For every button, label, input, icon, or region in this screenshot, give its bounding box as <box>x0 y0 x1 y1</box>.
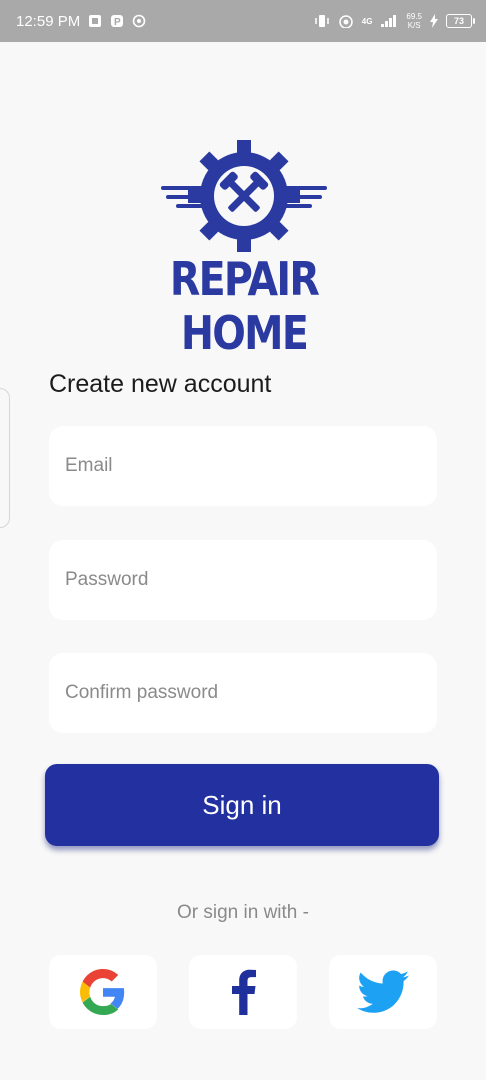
net-speed-unit: K/S <box>407 21 421 30</box>
hotspot-icon <box>132 14 146 28</box>
twitter-signin-button[interactable] <box>329 955 437 1029</box>
email-field[interactable] <box>49 426 437 506</box>
vibrate-icon <box>314 14 330 28</box>
social-signin-label: Or sign in with - <box>177 902 309 923</box>
svg-text:P: P <box>114 17 121 28</box>
twitter-icon <box>357 970 409 1013</box>
gear-wrench-logo-icon <box>161 140 327 252</box>
signup-screen: 12:59 PM P 4G 69.5 K/S 73 REPAIR HOME Cr… <box>0 0 486 1080</box>
net-speed-value: 69.5 <box>406 12 422 21</box>
sign-in-button[interactable]: Sign in <box>45 764 439 846</box>
google-signin-button[interactable] <box>49 955 157 1029</box>
net-speed: 69.5 K/S <box>406 12 422 30</box>
google-icon <box>80 969 125 1015</box>
battery-icon: 73 <box>446 14 475 28</box>
battery-level: 73 <box>453 16 464 26</box>
status-time: 12:59 PM <box>16 12 81 30</box>
confirm-password-field[interactable] <box>49 653 437 733</box>
notification-app-icon <box>88 14 102 28</box>
status-right: 4G 69.5 K/S 73 <box>314 12 475 30</box>
password-field[interactable] <box>49 540 437 620</box>
status-left: 12:59 PM P <box>16 13 146 30</box>
status-bar: 12:59 PM P 4G 69.5 K/S 73 <box>0 0 486 42</box>
page-title: Create new account <box>49 370 272 398</box>
facebook-signin-button[interactable] <box>189 955 297 1029</box>
edge-panel-handle[interactable] <box>0 388 10 528</box>
facebook-icon <box>232 969 256 1015</box>
charging-icon <box>430 14 438 28</box>
wifi-icon <box>338 14 354 28</box>
network-type-icon: 4G <box>361 16 373 26</box>
app-logo: REPAIR HOME <box>136 138 352 360</box>
paytm-p-icon: P <box>110 14 124 28</box>
brand-name: REPAIR HOME <box>169 252 320 360</box>
signal-icon <box>380 14 398 28</box>
